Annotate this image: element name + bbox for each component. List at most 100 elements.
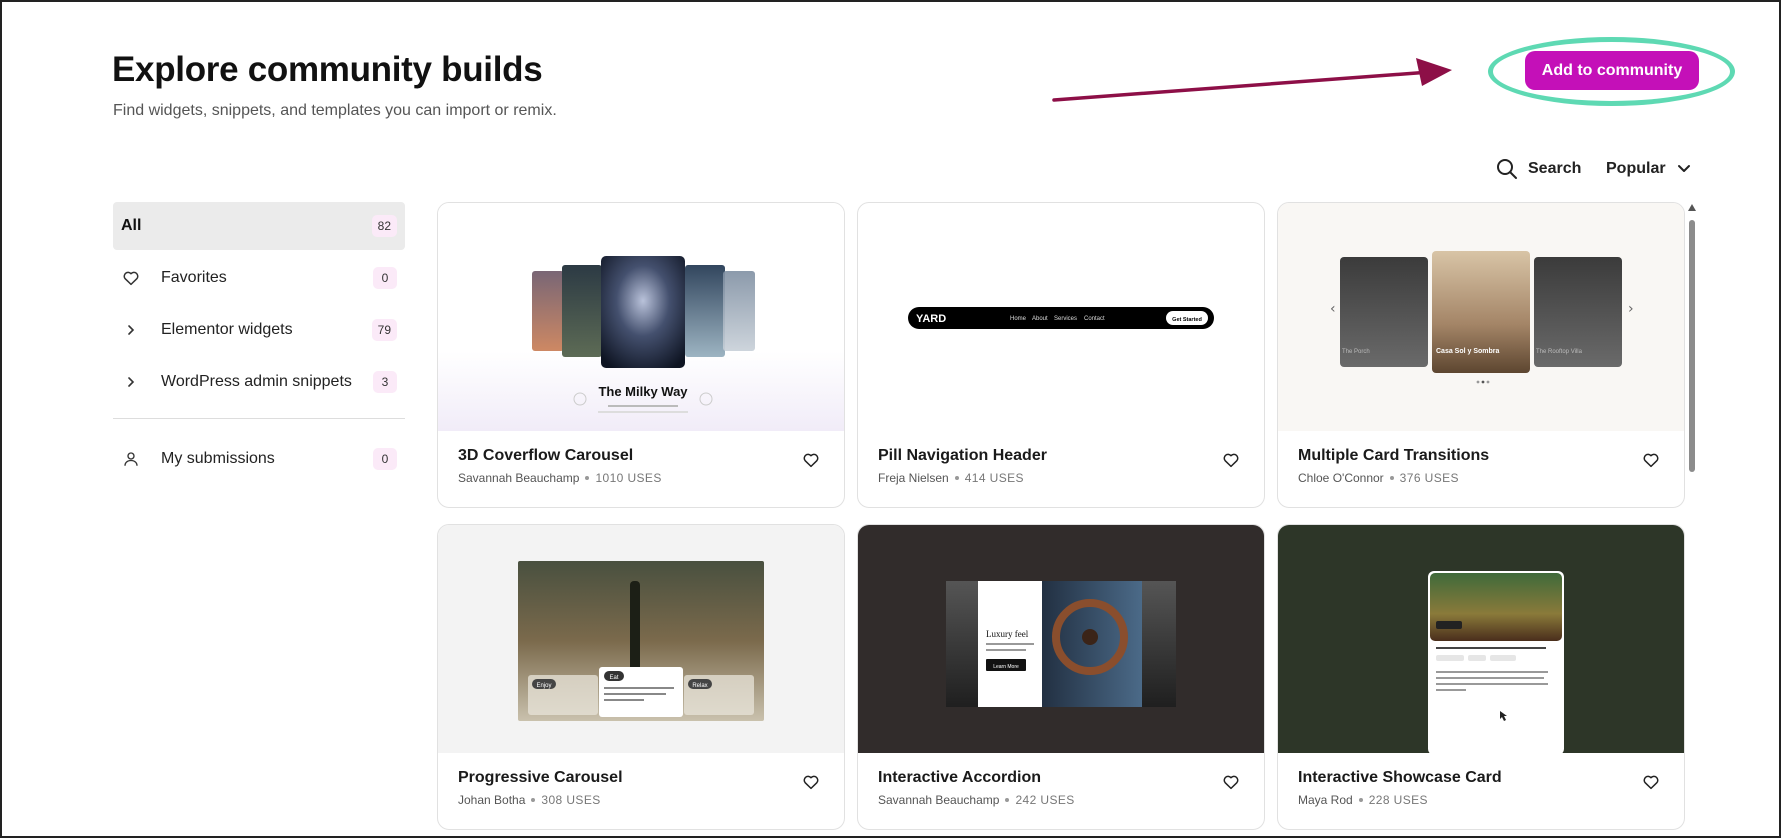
separator-dot [1005,798,1010,802]
card-author: Savannah Beauchamp [878,793,1000,807]
card-title: Progressive Carousel [458,769,623,786]
heart-icon[interactable] [1642,451,1660,469]
card-title: Pill Navigation Header [878,447,1047,464]
sidebar-item-label: My submissions [161,450,275,467]
card-uses: 1010 USES [595,471,662,485]
card-uses: 308 USES [541,793,601,807]
separator-dot [1358,798,1363,802]
card-meta: Johan Botha 308 USES [458,793,601,807]
separator-dot [531,798,536,802]
grid-scrollbar[interactable] [1687,204,1697,838]
build-card[interactable]: ‹ › The Porch The Rooftop Villa Casa Sol… [1277,202,1685,508]
card-uses: 376 USES [1399,471,1459,485]
chevron-right-icon[interactable] [121,320,141,340]
count-badge: 0 [373,448,397,470]
sort-dropdown[interactable]: Popular [1606,156,1692,182]
card-meta: Maya Rod 228 USES [1298,793,1428,807]
card-thumbnail: Luxury feel Learn More [858,525,1264,753]
sidebar-item-label: Favorites [161,269,227,286]
search-label: Search [1528,160,1582,177]
preview-tag: Eat [609,675,618,681]
sidebar-item-label: All [121,217,142,234]
card-author: Savannah Beauchamp [458,471,580,485]
page-subtitle: Find widgets, snippets, and templates yo… [113,102,557,119]
card-meta: Savannah Beauchamp 242 USES [878,793,1075,807]
build-card[interactable]: Enjoy Eat Relax Progressive Carousel Joh… [437,524,845,830]
sort-label: Popular [1606,160,1666,177]
chevron-right-icon[interactable]: › [1628,301,1634,317]
user-icon [121,449,141,469]
preview-tag: Relax [692,683,707,689]
page-title: Explore community builds [112,50,543,89]
count-badge: 82 [371,215,397,237]
scroll-up-arrow-icon[interactable] [1688,204,1696,211]
sidebar-item-wordpress-admin-snippets[interactable]: WordPress admin snippets 3 [113,358,405,406]
preview-cta: Learn More [993,664,1019,670]
card-title: Multiple Card Transitions [1298,447,1490,464]
separator-dot [585,476,590,480]
chevron-down-icon [1677,165,1690,172]
separator-dot [1389,476,1394,480]
preview-link: About [1032,316,1048,322]
build-card[interactable]: The Milky Way 3D Coverflow Carousel Sava… [437,202,845,508]
card-title: Interactive Accordion [878,769,1042,786]
sidebar-item-my-submissions[interactable]: My submissions 0 [113,435,405,483]
heart-icon[interactable] [802,451,820,469]
card-author: Chloe O'Connor [1298,471,1384,485]
add-to-community-button[interactable]: Add to community [1525,51,1699,90]
count-badge: 0 [373,267,397,289]
preview-label: The Porch [1342,349,1370,355]
showcase-card-preview-image [1428,571,1564,753]
count-badge: 3 [373,371,397,393]
scroll-thumb[interactable] [1689,220,1695,472]
card-transitions-preview-image: ‹ › The Porch The Rooftop Villa Casa Sol… [1330,251,1634,384]
heart-icon[interactable] [1222,773,1240,791]
preview-label: The Rooftop Villa [1536,349,1583,355]
card-author: Freja Nielsen [878,471,949,485]
card-thumbnail: ‹ › The Porch The Rooftop Villa Casa Sol… [1278,203,1684,431]
card-thumbnail: The Milky Way [438,203,844,431]
build-card[interactable]: Interactive Showcase Card Maya Rod 228 U… [1277,524,1685,830]
card-title: Interactive Showcase Card [1298,769,1502,786]
heart-icon[interactable] [802,773,820,791]
search-icon [1497,159,1517,179]
build-card[interactable]: Luxury feel Learn More Interactive Accor… [857,524,1265,830]
preview-link: Contact [1084,316,1105,322]
card-meta: Chloe O'Connor 376 USES [1298,471,1459,485]
preview-logo: YARD [916,313,946,325]
sidebar-item-favorites[interactable]: Favorites 0 [113,254,405,302]
coverflow-preview-image: The Milky Way [532,256,755,413]
card-uses: 414 USES [964,471,1024,485]
chevron-right-icon[interactable] [121,372,141,392]
card-author: Maya Rod [1298,793,1353,807]
preview-cta: Get Started [1172,317,1202,323]
count-badge: 79 [371,319,397,341]
category-sidebar: All 82 Favorites 0 Elementor widgets 79 … [113,202,405,487]
card-meta: Freja Nielsen 414 USES [878,471,1024,485]
heart-icon[interactable] [1642,773,1660,791]
sidebar-item-label: WordPress admin snippets [161,373,352,390]
card-uses: 228 USES [1368,793,1428,807]
card-uses: 242 USES [1015,793,1075,807]
heart-icon [121,268,141,288]
sidebar-item-elementor-widgets[interactable]: Elementor widgets 79 [113,306,405,354]
search-button[interactable]: Search [1496,156,1581,182]
build-card[interactable]: YARD Home About Services Contact Get Sta… [857,202,1265,508]
progressive-carousel-preview-image: Enjoy Eat Relax [518,561,764,721]
card-thumbnail: YARD Home About Services Contact Get Sta… [858,203,1264,431]
pill-nav-preview-image: YARD Home About Services Contact Get Sta… [908,307,1214,329]
card-thumbnail: Enjoy Eat Relax [438,525,844,753]
preview-link: Home [1010,316,1027,322]
preview-link: Services [1054,316,1077,322]
sidebar-item-label: Elementor widgets [161,321,293,338]
build-grid: The Milky Way 3D Coverflow Carousel Sava… [437,202,1685,838]
interactive-accordion-preview-image: Luxury feel Learn More [946,581,1176,707]
annotation-arrow [1052,58,1452,102]
card-author: Johan Botha [458,793,526,807]
heart-icon[interactable] [1222,451,1240,469]
chevron-left-icon[interactable]: ‹ [1330,301,1336,317]
card-meta: Savannah Beauchamp 1010 USES [458,471,662,485]
sidebar-item-all[interactable]: All 82 [113,202,405,250]
preview-heading: Luxury feel [986,629,1029,639]
preview-tag: Enjoy [536,683,551,689]
